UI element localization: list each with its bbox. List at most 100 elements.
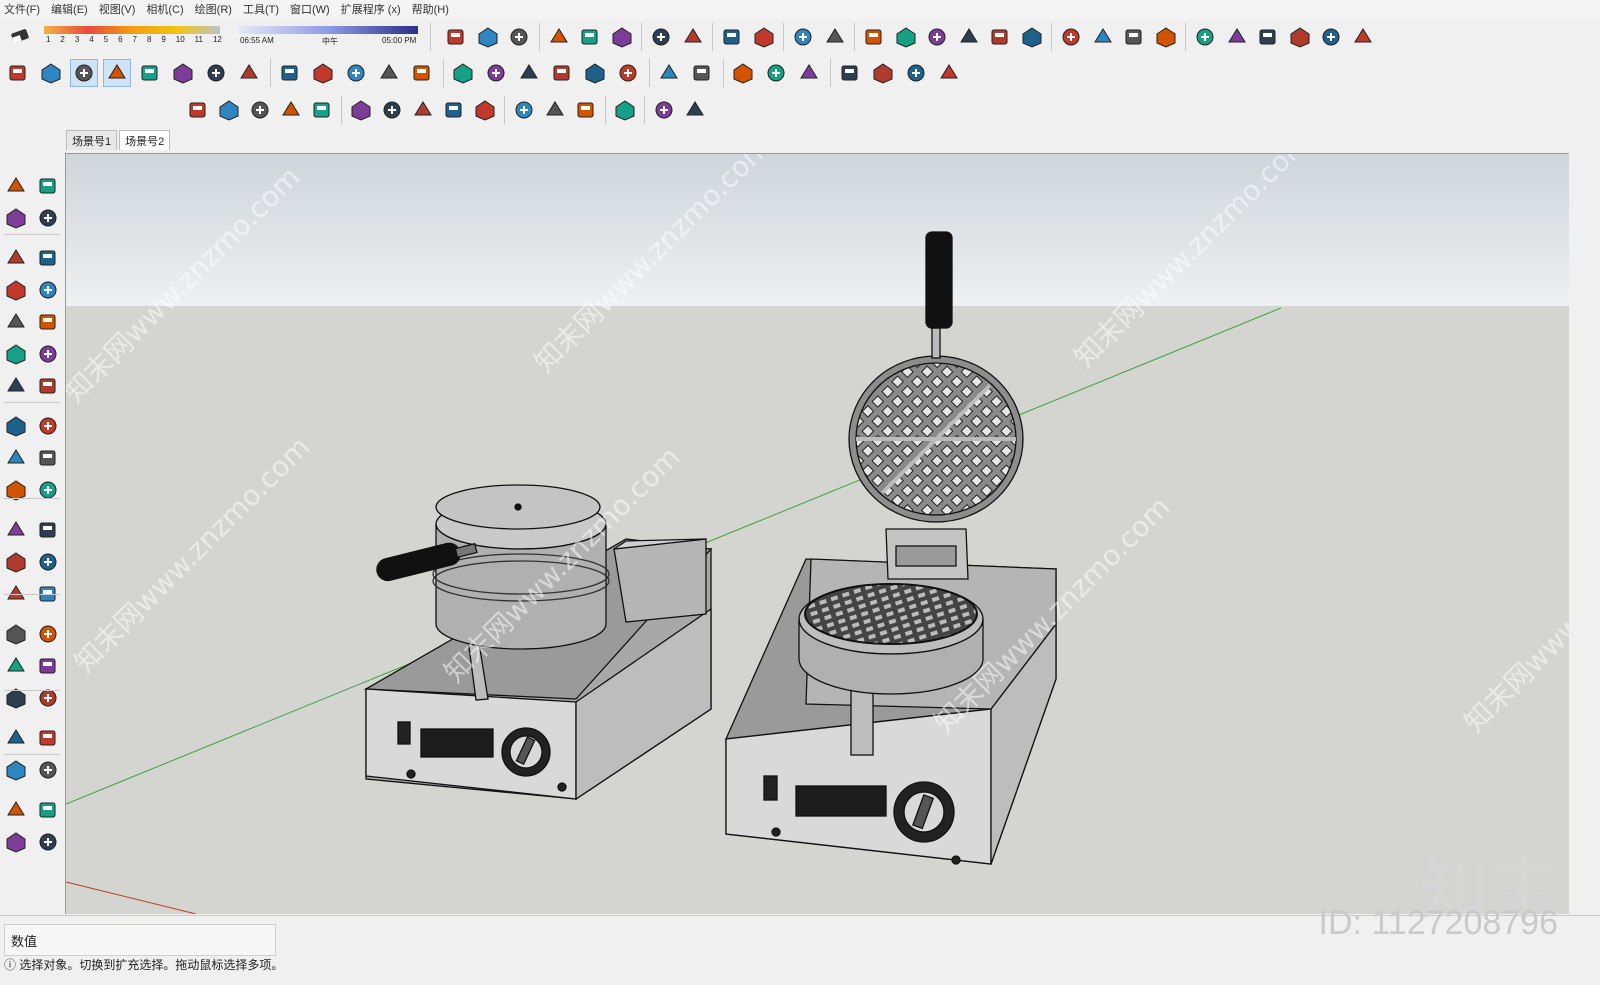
trimble-icon[interactable] bbox=[308, 96, 336, 124]
pie-icon[interactable] bbox=[34, 340, 62, 368]
protractor-icon[interactable] bbox=[2, 548, 30, 576]
three-point-arc-icon[interactable] bbox=[34, 372, 62, 400]
ruby-console-icon[interactable] bbox=[2, 796, 30, 824]
sound-icon[interactable] bbox=[572, 96, 600, 124]
scene-tab[interactable]: 场景号2 bbox=[119, 130, 171, 150]
offset-icon[interactable] bbox=[34, 476, 62, 504]
solid-tools-icon[interactable] bbox=[347, 96, 375, 124]
components-icon[interactable] bbox=[821, 23, 849, 51]
stamp-icon[interactable] bbox=[836, 59, 864, 87]
settings-icon[interactable] bbox=[510, 96, 538, 124]
top-view-icon[interactable] bbox=[70, 59, 98, 87]
copy-icon[interactable] bbox=[576, 23, 604, 51]
check-icon[interactable] bbox=[215, 96, 243, 124]
film-reel-icon[interactable] bbox=[1191, 23, 1219, 51]
delete-icon[interactable] bbox=[647, 23, 675, 51]
rectangle-icon[interactable] bbox=[2, 276, 30, 304]
camera-icon[interactable] bbox=[1152, 23, 1180, 51]
camera-tool-icon[interactable] bbox=[440, 96, 468, 124]
section-cut-icon[interactable] bbox=[923, 23, 951, 51]
open-folder-icon[interactable] bbox=[474, 23, 502, 51]
refresh-icon[interactable] bbox=[378, 96, 406, 124]
rotate-icon[interactable] bbox=[2, 444, 30, 472]
zoom-icon[interactable] bbox=[2, 652, 30, 680]
two-point-arc-icon[interactable] bbox=[2, 372, 30, 400]
menu-item[interactable]: 工具(T) bbox=[239, 1, 286, 17]
pan-icon[interactable] bbox=[34, 620, 62, 648]
make-component-icon[interactable] bbox=[34, 172, 62, 200]
circle-icon[interactable] bbox=[2, 308, 30, 336]
model-canvas[interactable]: 知末网www.znzmo.com 知末网www.znzmo.com 知末网www… bbox=[66, 154, 1569, 914]
ruby-gem-icon[interactable] bbox=[34, 828, 62, 856]
orbit-icon[interactable] bbox=[2, 620, 30, 648]
paste-icon[interactable] bbox=[608, 23, 636, 51]
send-icon[interactable] bbox=[1317, 23, 1345, 51]
photo-icon[interactable] bbox=[471, 96, 499, 124]
shadow-month-slider[interactable]: 1 2 3 4 5 6 7 8 9 10 11 12 bbox=[44, 24, 224, 50]
hidden-line-icon[interactable] bbox=[375, 59, 403, 87]
redo-icon[interactable] bbox=[718, 23, 746, 51]
eraser-tool-icon[interactable] bbox=[34, 204, 62, 232]
orbit-center-icon[interactable] bbox=[4, 59, 32, 87]
walk-icon[interactable] bbox=[2, 756, 30, 784]
sketchup-ruby-icon[interactable] bbox=[34, 796, 62, 824]
save-icon[interactable] bbox=[505, 23, 533, 51]
shadow-time-slider[interactable]: 06:55 AM 中午 05:00 PM bbox=[238, 24, 424, 50]
display-edges-icon[interactable] bbox=[515, 59, 543, 87]
link-icon[interactable] bbox=[277, 96, 305, 124]
polygon-icon[interactable] bbox=[34, 308, 62, 336]
monochrome-icon[interactable] bbox=[482, 59, 510, 87]
warehouse-icon[interactable] bbox=[1089, 23, 1117, 51]
section-plane-icon[interactable] bbox=[860, 23, 888, 51]
shaded-icon[interactable] bbox=[408, 59, 436, 87]
cut-icon[interactable] bbox=[545, 23, 573, 51]
flag-icon[interactable] bbox=[1286, 23, 1314, 51]
pencil-icon[interactable] bbox=[2, 244, 30, 272]
textured-icon[interactable] bbox=[449, 59, 477, 87]
menu-item[interactable]: 文件(F) bbox=[0, 1, 47, 17]
advanced-camera-icon[interactable] bbox=[409, 96, 437, 124]
drape-icon[interactable] bbox=[869, 59, 897, 87]
tour-icon[interactable] bbox=[1254, 23, 1282, 51]
section-display-icon[interactable] bbox=[892, 23, 920, 51]
info-icon[interactable] bbox=[681, 96, 709, 124]
from-scratch-icon[interactable] bbox=[762, 59, 790, 87]
right-view-icon[interactable] bbox=[136, 59, 164, 87]
depth-cue-icon[interactable] bbox=[581, 59, 609, 87]
iso-view-icon[interactable] bbox=[37, 59, 65, 87]
print-icon[interactable] bbox=[750, 23, 778, 51]
section-fill-icon[interactable] bbox=[955, 23, 983, 51]
style-builder-icon[interactable] bbox=[1057, 23, 1085, 51]
extension-lines-icon[interactable] bbox=[614, 59, 642, 87]
arc-icon[interactable] bbox=[2, 340, 30, 368]
push-pull-icon[interactable] bbox=[34, 412, 62, 440]
menu-item[interactable]: 相机(C) bbox=[142, 1, 190, 17]
layout-icon[interactable] bbox=[1018, 23, 1046, 51]
profiles-icon[interactable] bbox=[548, 59, 576, 87]
paint-bucket-icon[interactable] bbox=[2, 204, 30, 232]
dimension-icon[interactable] bbox=[34, 516, 62, 544]
select-icon[interactable] bbox=[2, 172, 30, 200]
look-around-icon[interactable] bbox=[34, 724, 62, 752]
add-detail-icon[interactable] bbox=[902, 59, 930, 87]
rotated-rectangle-icon[interactable] bbox=[34, 276, 62, 304]
zoom-extents-icon[interactable] bbox=[2, 684, 30, 712]
section-face-icon[interactable] bbox=[986, 23, 1014, 51]
menu-item[interactable]: 帮助(H) bbox=[408, 1, 456, 17]
globe-icon[interactable] bbox=[655, 59, 683, 87]
new-file-icon[interactable] bbox=[442, 23, 470, 51]
move-icon[interactable] bbox=[2, 412, 30, 440]
wireframe-icon[interactable] bbox=[342, 59, 370, 87]
menu-item[interactable]: 窗口(W) bbox=[286, 1, 337, 17]
xray-icon[interactable] bbox=[309, 59, 337, 87]
left-view-icon[interactable] bbox=[202, 59, 230, 87]
model-viewport[interactable]: 知末网www.znzmo.com 知末网www.znzmo.com 知末网www… bbox=[65, 153, 1569, 914]
extension-warehouse-icon[interactable] bbox=[1120, 23, 1148, 51]
scale-icon[interactable] bbox=[2, 476, 30, 504]
chat-icon[interactable] bbox=[650, 96, 678, 124]
menu-item[interactable]: 绘图(R) bbox=[191, 1, 239, 17]
undo-icon[interactable] bbox=[679, 23, 707, 51]
house-icon[interactable] bbox=[235, 59, 263, 87]
flip-edge-icon[interactable] bbox=[935, 59, 963, 87]
scene-tab[interactable]: 场景号1 bbox=[66, 130, 118, 150]
